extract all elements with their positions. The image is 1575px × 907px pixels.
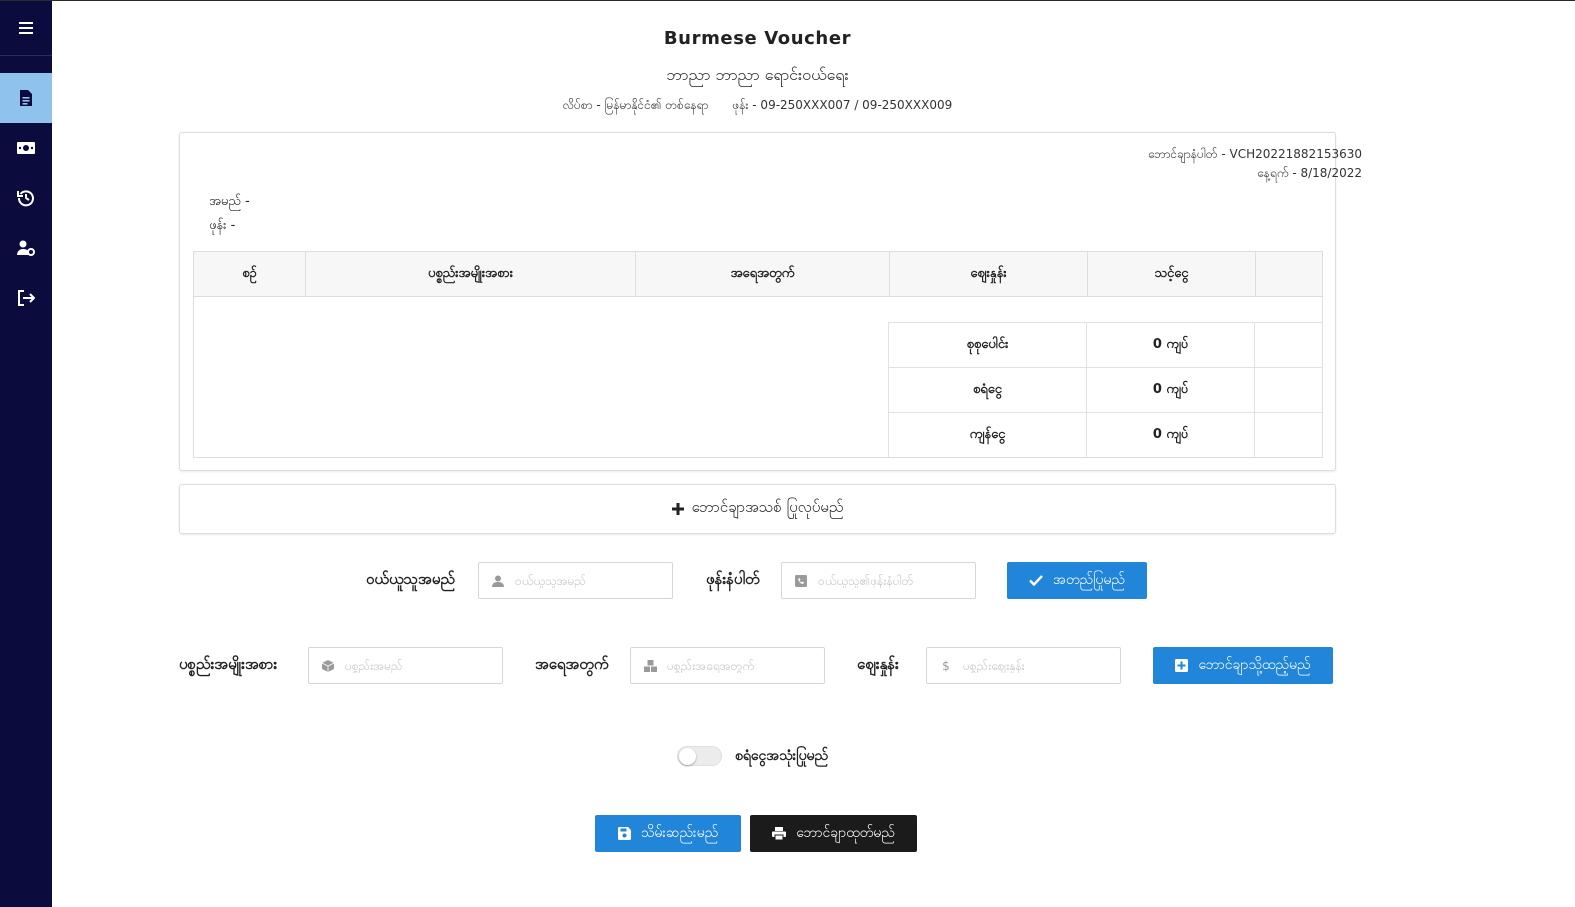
save-icon [617,827,631,840]
sidebar-item-voucher[interactable] [0,73,52,123]
item-type-field[interactable] [308,647,503,684]
sidebar-item-user-settings[interactable] [0,223,52,273]
box-icon [321,659,335,673]
plus-icon [671,503,684,515]
item-price-label: ဈေးနှုန်း [857,655,899,673]
summary-total-value: 0 ကျပ် [1086,322,1254,367]
sidebar-item-money[interactable] [0,123,52,173]
sidebar [0,1,52,907]
column-header-qty: အရေအတွက် [636,252,890,297]
history-icon [17,190,34,207]
item-qty-input[interactable] [667,658,807,673]
voucher-customer-name: အမည် - [209,194,250,209]
summary-deposit-value: 0 ကျပ် [1086,367,1254,412]
summary-balance-value: 0 ကျပ် [1086,412,1254,457]
item-type-label: ပစ္စည်းအမျိုးအစား [179,655,278,673]
dollar-icon: $ [942,658,950,673]
customer-name-field[interactable] [478,562,673,599]
plus-square-icon [1175,659,1189,672]
sidebar-item-history[interactable] [0,173,52,223]
summary-balance-extra [1254,412,1322,457]
voucher-number: ဘောင်ချာနံပါတ် - VCH20221882153630 [1147,147,1362,161]
summary-balance-label: ကျန်ငွေ [888,412,1086,457]
save-button[interactable]: သိမ်းဆည်းမည် [595,815,741,852]
deposit-toggle-label: စရံငွေအသုံးပြုမည် [735,748,829,764]
column-header-no: စဉ် [194,252,306,297]
toggle-knob [679,748,696,765]
voucher-table: စဉ် ပစ္စည်းအမျိုးအစား အရေအတွက် ဈေးနှုန်း… [193,251,1323,458]
column-header-item: ပစ္စည်းအမျိုးအစား [306,252,636,297]
shop-contact: လိပ်စာ - မြန်မာနိုင်ငံ၏ တစ်နေရာ ဖုန်း - 0… [52,97,1463,115]
summary-total-label: စုစုပေါင်း [888,322,1086,367]
sidebar-item-logout[interactable] [0,273,52,323]
column-header-amount: သင့်ငွေ [1088,252,1256,297]
voucher-date: နေ့ရက် - 8/18/2022 [1257,166,1362,180]
new-voucher-button[interactable]: ဘောင်ချာအသစ် ပြုလုပ်မည် [179,484,1336,534]
hamburger-menu-button[interactable] [0,1,52,56]
shop-phone: ဖုန်း - 09-250XXX007 / 09-250XXX009 [732,98,953,112]
print-voucher-button[interactable]: ဘောင်ချာထုတ်မည် [750,815,917,852]
deposit-toggle[interactable] [677,746,722,766]
customer-phone-field[interactable] [781,562,976,599]
customer-name-input[interactable] [515,573,655,588]
add-to-voucher-button[interactable]: ဘောင်ချာသို့ထည့်မည် [1153,647,1333,684]
summary-deposit-extra [1254,367,1322,412]
document-icon [20,90,32,106]
print-voucher-label: ဘောင်ချာထုတ်မည် [796,825,895,841]
confirm-customer-label: အတည်ပြုမည် [1053,572,1125,588]
money-icon [17,142,35,154]
item-price-field[interactable]: $ [926,647,1121,684]
customer-name-label: ဝယ်ယူသူအမည် [366,570,455,588]
page-title: Burmese Voucher [663,28,852,49]
user-settings-icon [17,240,35,256]
voucher-customer-phone: ဖုန်း - [209,218,236,233]
confirm-customer-button[interactable]: အတည်ပြုမည် [1007,562,1147,599]
logout-icon [18,290,35,306]
shop-address: လိပ်စာ - မြန်မာနိုင်ငံ၏ တစ်နေရာ [562,98,709,112]
summary-total-extra [1254,322,1322,367]
phone-square-icon [794,574,808,588]
column-header-action [1256,252,1322,297]
summary-deposit-label: စရံငွေ [888,367,1086,412]
item-price-input[interactable] [963,658,1103,673]
user-icon [491,574,505,588]
item-type-input[interactable] [345,658,485,673]
check-icon [1029,575,1043,586]
shop-name: ဘာညာ ဘာညာ ရောင်းဝယ်ရေး [666,65,849,84]
customer-phone-input[interactable] [818,573,958,588]
new-voucher-label: ဘောင်ချာအသစ် ပြုလုပ်မည် [691,498,844,516]
save-label: သိမ်းဆည်းမည် [640,825,719,841]
customer-phone-label: ဖုန်းနံပါတ် [706,570,760,588]
print-icon [772,827,787,840]
column-header-price: ဈေးနှုန်း [890,252,1088,297]
add-to-voucher-label: ဘောင်ချာသို့ထည့်မည် [1198,657,1311,673]
item-qty-label: အရေအတွက် [535,655,609,673]
item-qty-field[interactable] [630,647,825,684]
boxes-icon [643,659,657,673]
hamburger-icon [19,22,33,34]
